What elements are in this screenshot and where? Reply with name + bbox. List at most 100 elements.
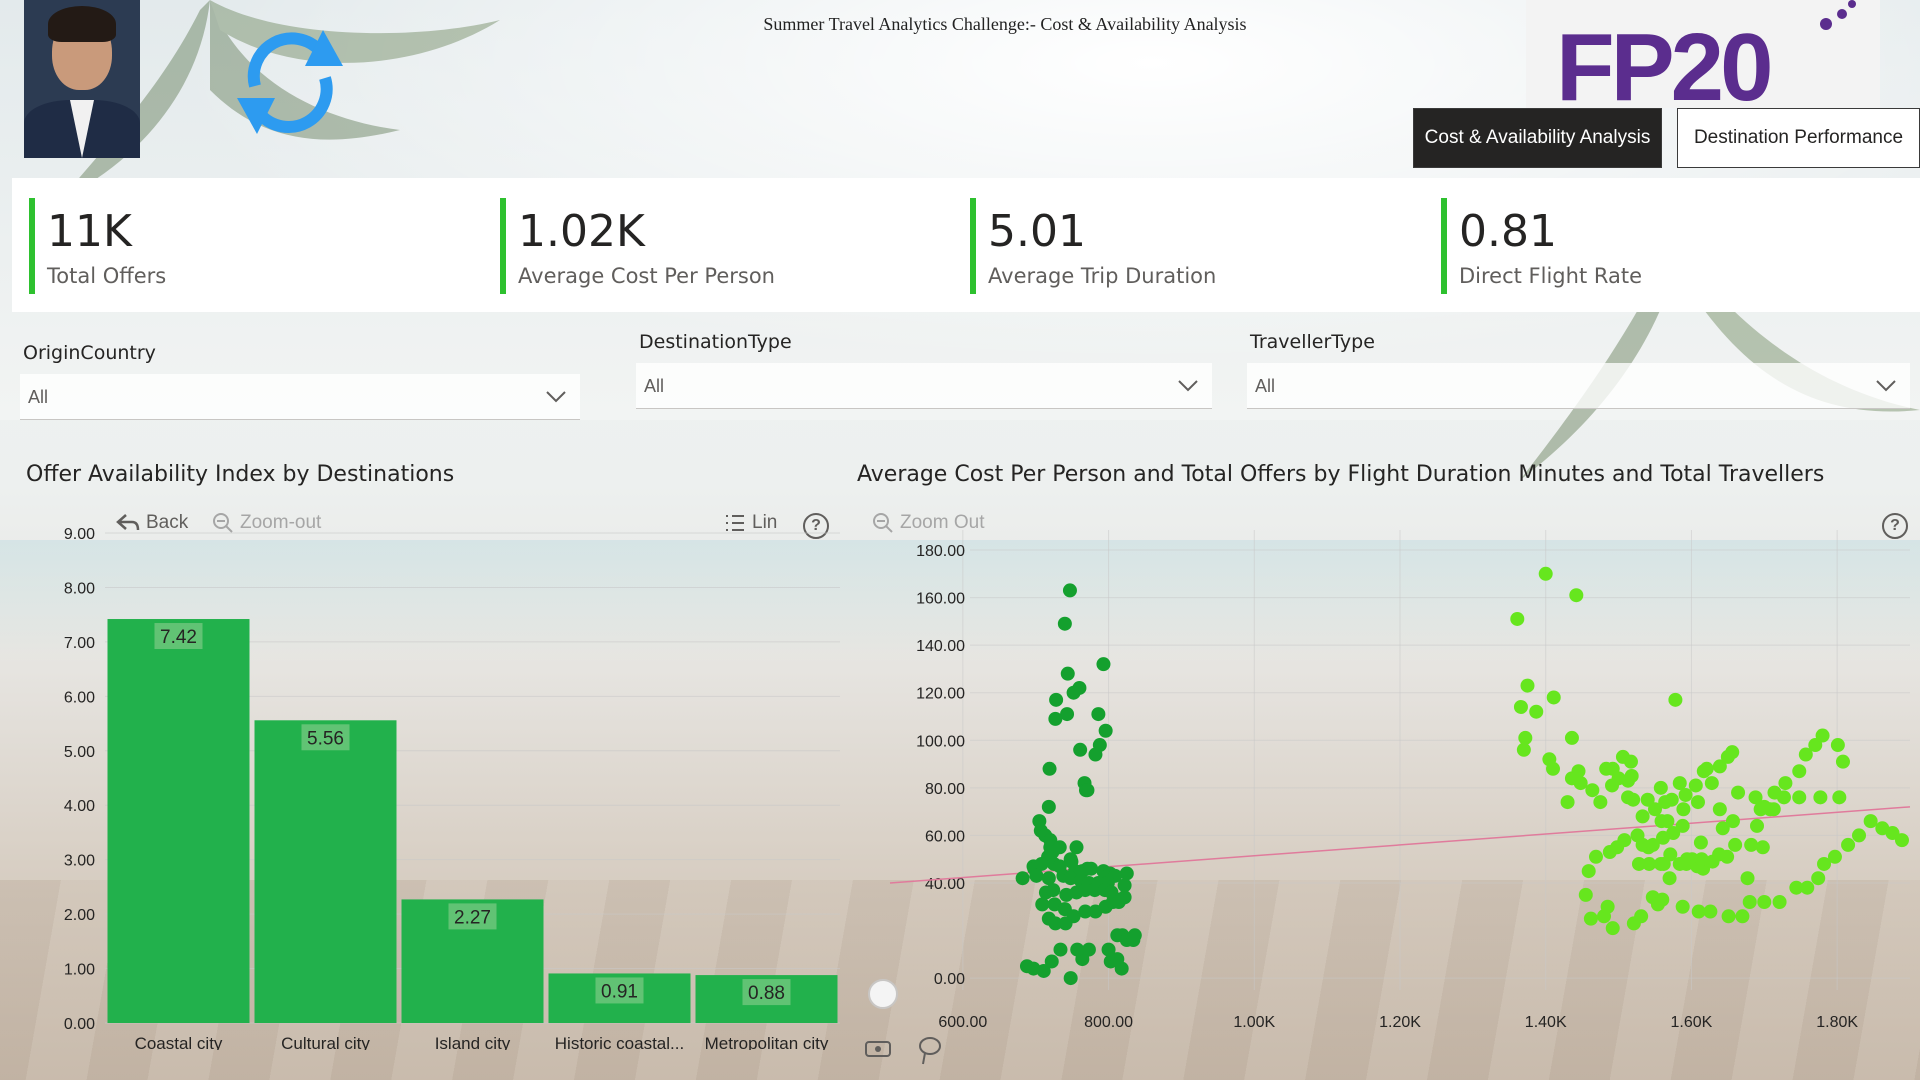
- origin-country-dropdown[interactable]: All: [20, 374, 580, 420]
- bar-data-label: 0.91: [601, 981, 638, 1002]
- bar-y-tick-label: 4.00: [64, 798, 95, 815]
- scatter-point: [1728, 837, 1743, 852]
- scatter-point: [1626, 792, 1641, 807]
- scatter-point: [1583, 911, 1598, 926]
- bar-y-tick-label: 6.00: [64, 689, 95, 706]
- scatter-point: [1742, 895, 1757, 909]
- bar-y-tick-label: 3.00: [64, 853, 95, 870]
- scatter-y-tick-label: 160.00: [916, 591, 965, 608]
- scatter-point: [1660, 814, 1675, 829]
- scatter-point: [1066, 685, 1081, 700]
- kpi-value: 0.81: [1459, 206, 1557, 257]
- scatter-point: [1049, 692, 1064, 707]
- bar-data-label: 5.56: [307, 728, 344, 749]
- scatter-point: [1688, 778, 1703, 793]
- bar-y-tick-label: 8.00: [64, 580, 95, 597]
- scatter-point: [1672, 776, 1687, 791]
- scatter-point: [1630, 828, 1645, 843]
- scatter-y-tick-label: 180.00: [916, 543, 965, 560]
- scatter-x-tick-label: 1.80K: [1816, 1014, 1858, 1031]
- scatter-chart-title: Average Cost Per Person and Total Offers…: [857, 462, 1825, 487]
- scatter-point: [1811, 871, 1826, 886]
- scatter-point: [1593, 795, 1608, 810]
- scatter-point: [1510, 611, 1525, 626]
- scatter-point: [1675, 899, 1690, 914]
- scatter-point: [1035, 897, 1050, 912]
- scatter-point: [1585, 783, 1600, 798]
- scatter-point: [1573, 776, 1588, 791]
- bar-x-tick-label: Island city: [435, 1034, 511, 1050]
- bar-y-tick-label: 9.00: [64, 526, 95, 543]
- kpi-total-offers: 11K Total Offers: [29, 198, 489, 294]
- scatter-x-tick-label: 800.00: [1084, 1014, 1133, 1031]
- scatter-point: [1663, 847, 1678, 862]
- kpi-average-cost: 1.02K Average Cost Per Person: [500, 198, 960, 294]
- scatter-point: [1599, 761, 1614, 776]
- scatter-point: [1560, 795, 1575, 810]
- tab-cost-availability[interactable]: Cost & Availability Analysis: [1413, 108, 1662, 168]
- scatter-point: [1755, 840, 1770, 855]
- scatter-point: [1725, 745, 1740, 760]
- scatter-y-tick-label: 80.00: [925, 781, 965, 798]
- scatter-point: [1653, 780, 1668, 795]
- scatter-point: [1813, 790, 1828, 805]
- slicer-title-destination-type: DestinationType: [639, 331, 792, 353]
- tab-destination-performance[interactable]: Destination Performance: [1677, 108, 1920, 168]
- scatter-point: [1052, 840, 1067, 855]
- chevron-down-icon: [1178, 380, 1198, 392]
- bar-y-tick-label: 1.00: [64, 962, 95, 979]
- scatter-point: [1757, 799, 1772, 814]
- scatter-point: [1827, 849, 1842, 864]
- brand-logo: FP20: [1526, 0, 1880, 121]
- kpi-direct-flight-rate: 0.81 Direct Flight Rate: [1441, 198, 1901, 294]
- scatter-point: [1058, 916, 1073, 931]
- refresh-icon[interactable]: [225, 26, 355, 136]
- kpi-label: Direct Flight Rate: [1459, 264, 1643, 288]
- scatter-point: [1081, 942, 1096, 957]
- scatter-point: [1602, 845, 1617, 860]
- scatter-point: [1048, 711, 1063, 726]
- scatter-point: [1538, 566, 1553, 581]
- kpi-label: Total Offers: [47, 264, 167, 288]
- scatter-footer-tools: [865, 1041, 891, 1057]
- scatter-point: [1546, 761, 1560, 776]
- scatter-point: [1712, 802, 1727, 817]
- scatter-point: [1042, 761, 1057, 776]
- scatter-point: [1668, 692, 1683, 707]
- scatter-point: [1015, 871, 1030, 886]
- scatter-point: [1800, 880, 1815, 895]
- scatter-y-tick-label: 60.00: [925, 828, 965, 845]
- bar-chart: 0.00 1.00 2.00 3.00 4.00 5.00 6.00 7.00 8.00 9.00…: [64, 526, 840, 1050]
- scatter-point: [1114, 961, 1129, 976]
- scatter-x-tick-label: 1.40K: [1525, 1014, 1567, 1031]
- scatter-point: [1757, 895, 1772, 909]
- scatter-chart: 600.00 800.00 1.00K 1.20K 1.40K 1.60K 1.80K 0.0…: [868, 530, 1911, 1031]
- destination-type-dropdown[interactable]: All: [636, 363, 1212, 409]
- scatter-point: [1029, 868, 1044, 883]
- scatter-point: [1776, 790, 1791, 805]
- scatter-point: [1841, 837, 1856, 852]
- scatter-point: [1605, 921, 1620, 936]
- play-axis-slider-handle: [868, 979, 898, 1009]
- bar-x-tick-label: Metropolitan city: [705, 1034, 829, 1050]
- lasso-icon[interactable]: [915, 1034, 945, 1068]
- bar-x-tick-label: Coastal city: [135, 1034, 223, 1050]
- scatter-point: [1693, 835, 1708, 850]
- origin-country-value: All: [28, 387, 49, 407]
- scatter-point: [1098, 723, 1113, 738]
- scatter-point: [1744, 837, 1759, 852]
- bar-y-tick-label: 0.00: [64, 1016, 95, 1033]
- scatter-point: [1600, 899, 1615, 914]
- scatter-point: [1119, 866, 1134, 881]
- scatter-point: [1634, 909, 1649, 924]
- traveller-type-dropdown[interactable]: All: [1247, 363, 1910, 409]
- bar: [107, 619, 250, 1023]
- scatter-point: [1513, 699, 1528, 714]
- chevron-down-icon: [1876, 380, 1896, 392]
- scatter-x-tick-label: 1.20K: [1379, 1014, 1421, 1031]
- scatter-point: [1581, 864, 1596, 879]
- scatter-point: [1088, 747, 1103, 762]
- profile-photo: [24, 0, 140, 158]
- bar-chart-title: Offer Availability Index by Destinations: [26, 462, 455, 487]
- scatter-point: [1053, 942, 1068, 957]
